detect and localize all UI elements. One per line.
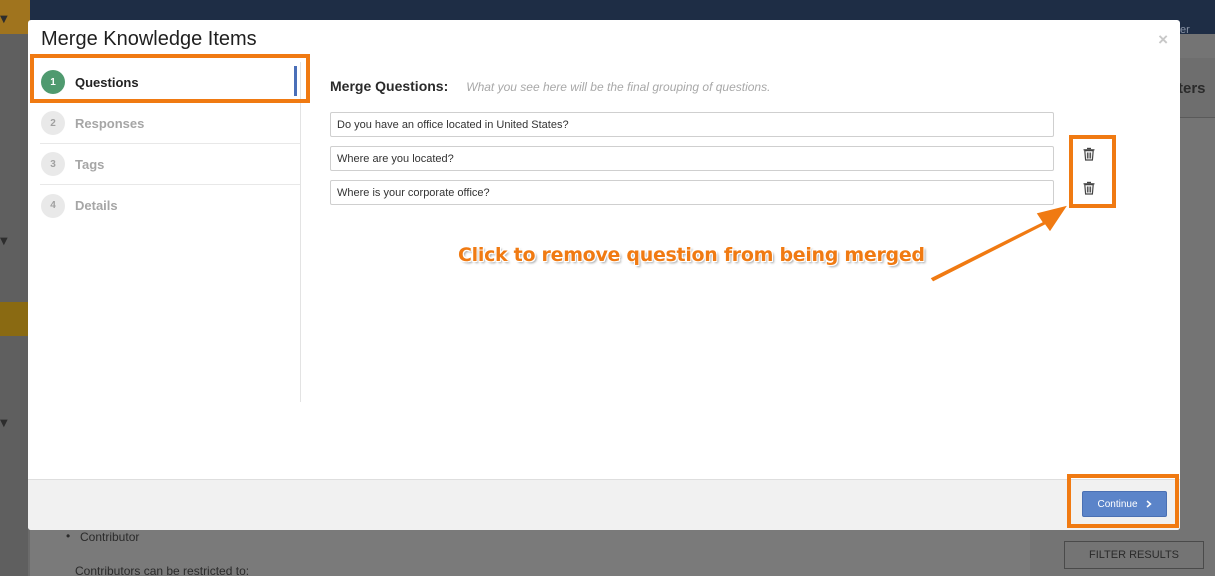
annotation-arrow <box>929 204 1070 283</box>
